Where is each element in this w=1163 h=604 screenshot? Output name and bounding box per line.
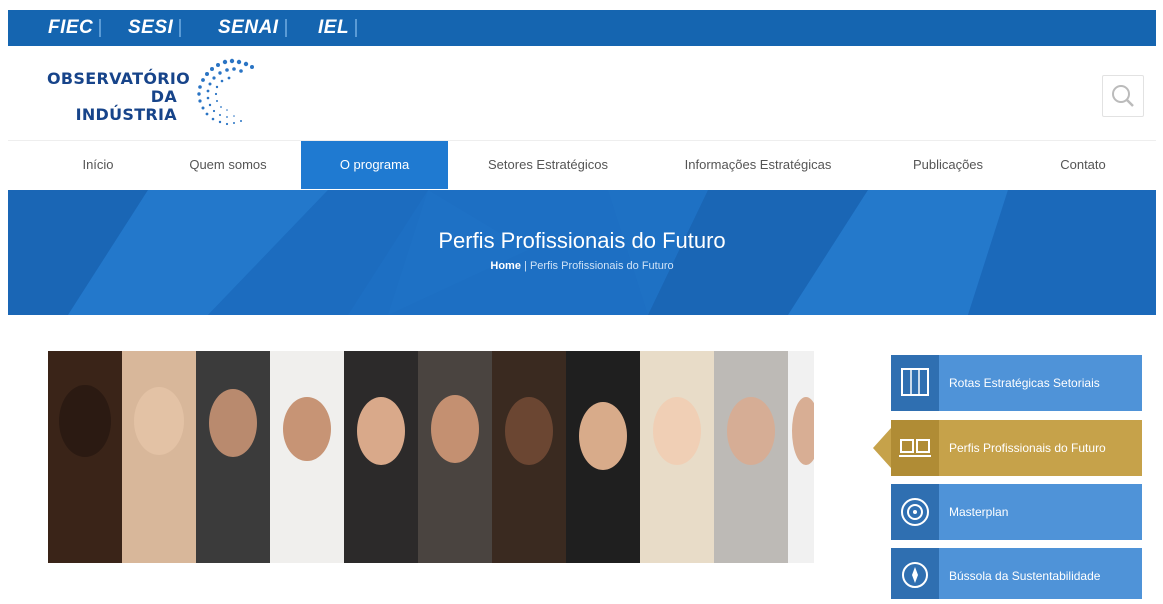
sidebar-item-masterplan[interactable]: Masterplan xyxy=(891,484,1142,540)
search-icon xyxy=(1112,85,1134,107)
logo-dots-icon xyxy=(197,58,254,126)
logo-text: OBSERVATÓRIO DA INDÚSTRIA xyxy=(47,69,190,124)
compass-icon xyxy=(891,548,939,599)
breadcrumb-home[interactable]: Home xyxy=(490,260,521,272)
brand-sesi[interactable]: SESI xyxy=(128,17,187,39)
sidebar-item-rotas[interactable]: Rotas Estratégicas Setoriais xyxy=(891,355,1142,411)
people-icon xyxy=(891,420,939,476)
nav-item-inicio[interactable]: Início xyxy=(48,141,148,189)
page-banner: Perfis Profissionais do Futuro Home | Pe… xyxy=(8,190,1156,315)
breadcrumb-separator: | xyxy=(524,260,527,272)
professionals-photo-strip xyxy=(48,351,814,563)
nav-item-contato[interactable]: Contato xyxy=(1033,141,1133,189)
nav-item-setores-estrategicos[interactable]: Setores Estratégicos xyxy=(463,141,633,189)
nav-item-quem-somos[interactable]: Quem somos xyxy=(168,141,288,189)
top-brand-bar: FIEC SESI SENAI IEL xyxy=(8,10,1156,46)
portraits-image xyxy=(48,351,814,563)
active-pointer-icon xyxy=(873,428,891,468)
nav-item-publicacoes[interactable]: Publicações xyxy=(888,141,1008,189)
nav-item-informacoes-estrategicas[interactable]: Informações Estratégicas xyxy=(658,141,858,189)
nav-item-o-programa[interactable]: O programa xyxy=(301,141,448,189)
search-button[interactable] xyxy=(1102,75,1144,117)
brand-iel[interactable]: IEL xyxy=(318,17,363,39)
breadcrumb-current: Perfis Profissionais do Futuro xyxy=(529,260,674,272)
sidebar-item-label: Perfis Profissionais do Futuro xyxy=(949,441,1106,455)
brand-fiec[interactable]: FIEC xyxy=(48,17,107,39)
breadcrumb: Home | Perfis Profissionais do Futuro xyxy=(8,260,1156,272)
sidebar-item-label: Rotas Estratégicas Setoriais xyxy=(949,376,1100,390)
map-icon xyxy=(891,355,939,411)
sidebar-item-perfis[interactable]: Perfis Profissionais do Futuro xyxy=(873,420,1142,476)
sidebar-item-label: Masterplan xyxy=(949,505,1009,519)
site-logo[interactable]: OBSERVATÓRIO DA INDÚSTRIA xyxy=(47,56,262,131)
page-title: Perfis Profissionais do Futuro xyxy=(438,228,726,253)
main-nav: Início Quem somos O programa Setores Est… xyxy=(8,140,1156,191)
sidebar-item-bussola[interactable]: Bússola da Sustentabilidade xyxy=(891,548,1142,599)
sidebar-item-label: Bússola da Sustentabilidade xyxy=(949,569,1101,583)
brand-senai[interactable]: SENAI xyxy=(218,17,293,39)
target-icon xyxy=(891,484,939,540)
